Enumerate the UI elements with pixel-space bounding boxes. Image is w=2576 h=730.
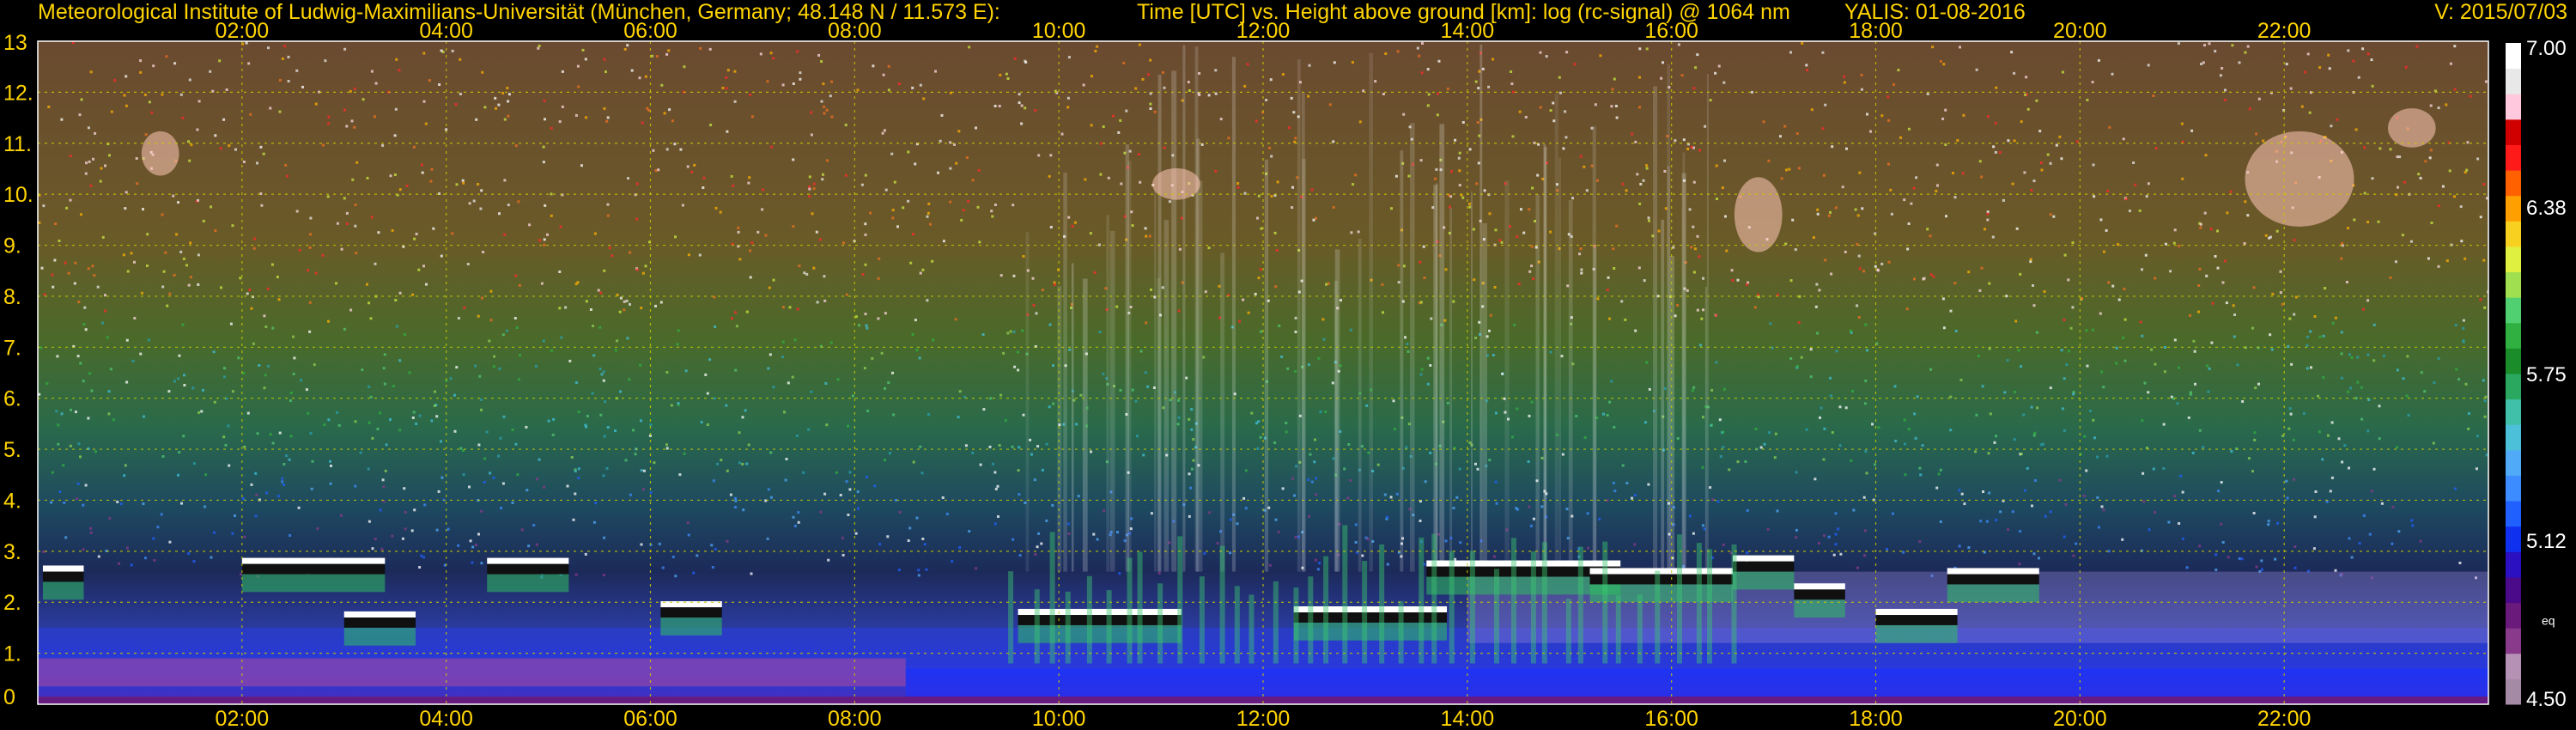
y-tick-label: 2. [3, 591, 21, 615]
x-tick-label-top: 06:00 [623, 19, 677, 43]
x-tick-label-bottom: 22:00 [2257, 707, 2312, 730]
x-tick-label-top: 12:00 [1236, 19, 1291, 43]
x-tick-label-top: 08:00 [828, 19, 882, 43]
x-tick-label-bottom: 12:00 [1236, 707, 1291, 730]
y-tick-label: 5. [3, 438, 21, 462]
colorbar-tick-label: 5.75 [2526, 363, 2567, 386]
colorbar-ticks: 7.00 6.38 5.75 5.12 4.50 eq [2526, 37, 2567, 711]
x-tick-label-bottom: 14:00 [1441, 707, 1495, 730]
x-tick-label-bottom: 20:00 [2053, 707, 2107, 730]
x-tick-label-top: 16:00 [1644, 19, 1698, 43]
colorbar-segment [2506, 374, 2521, 400]
colorbar-segment [2506, 628, 2521, 654]
colorbar-segment [2506, 678, 2521, 705]
x-tick-label-top: 10:00 [1032, 19, 1086, 43]
colorbar-segment [2506, 449, 2521, 476]
colorbar-segment [2506, 170, 2521, 197]
y-tick-label: 8. [3, 285, 21, 309]
y-axis: 0 1. 2. 3. 4. 5. 6. 7. 8. 9. 10. 11. 12. 13 [3, 31, 33, 709]
x-tick-label-bottom: 08:00 [828, 707, 882, 730]
colorbar-segment [2506, 576, 2521, 604]
colorbar-segment [2506, 424, 2521, 451]
x-axis-bottom: 02:00 04:00 06:00 08:00 10:00 12:00 14:00 16:00… [216, 707, 2312, 730]
colorbar-segment [2506, 398, 2521, 425]
x-tick-label-bottom: 16:00 [1644, 707, 1698, 730]
colorbar-segment [2506, 297, 2521, 324]
x-tick-label-bottom: 02:00 [216, 707, 270, 730]
plot-area [37, 40, 2489, 705]
y-tick-label: 12. [3, 81, 33, 105]
colorbar-tick-label: 5.12 [2526, 530, 2567, 553]
lidar-chart: Meteorological Institute of Ludwig-Maxim… [3, 0, 2567, 730]
x-tick-label-top: 14:00 [1441, 19, 1495, 43]
x-tick-label-top: 04:00 [419, 19, 473, 43]
y-tick-label: 9. [3, 234, 21, 259]
version-label: V: 2015/07/03 [2434, 0, 2567, 24]
colorbar-segment [2506, 526, 2521, 552]
y-tick-label: 6. [3, 387, 21, 411]
x-tick-label-bottom: 18:00 [1849, 707, 1903, 730]
colorbar-segment [2506, 271, 2521, 298]
colorbar-segment [2506, 119, 2521, 145]
colorbar-tick-label: 6.38 [2526, 197, 2567, 220]
colorbar-segment [2506, 475, 2521, 502]
colorbar-segments [2506, 43, 2521, 705]
y-tick-label: 11. [3, 132, 32, 156]
x-tick-label-top: 18:00 [1849, 19, 1903, 43]
colorbar: 7.00 6.38 5.75 5.12 4.50 eq [2506, 37, 2567, 711]
colorbar-segment [2506, 68, 2521, 94]
colorbar-segment [2506, 551, 2521, 578]
y-tick-label: 3. [3, 540, 21, 564]
y-tick-label: 13 [3, 31, 27, 55]
colorbar-segment [2506, 94, 2521, 120]
colorbar-segment [2506, 602, 2521, 629]
colorbar-segment [2506, 221, 2521, 247]
colorbar-tick-label: 4.50 [2526, 688, 2567, 711]
colorbar-segment [2506, 144, 2521, 171]
x-tick-label-top: 02:00 [216, 19, 270, 43]
y-tick-label: 4. [3, 489, 21, 513]
y-tick-label: 10. [3, 183, 33, 207]
colorbar-segment [2506, 348, 2521, 374]
colorbar-segment [2506, 246, 2521, 273]
colorbar-segment [2506, 501, 2521, 527]
colorbar-segment [2506, 653, 2521, 679]
y-tick-label: 0 [3, 685, 15, 709]
colorbar-segment [2506, 195, 2521, 222]
y-tick-label: 1. [3, 642, 21, 666]
colorbar-extra-label: eq [2542, 614, 2555, 628]
colorbar-tick-label: 7.00 [2526, 37, 2567, 60]
colorbar-segment [2506, 43, 2521, 70]
colorbar-segment [2506, 322, 2521, 349]
x-tick-label-top: 22:00 [2257, 19, 2312, 43]
x-tick-label-bottom: 10:00 [1032, 707, 1086, 730]
x-tick-label-top: 20:00 [2053, 19, 2107, 43]
x-tick-label-bottom: 06:00 [623, 707, 677, 730]
y-tick-label: 7. [3, 336, 21, 360]
x-tick-label-bottom: 04:00 [419, 707, 473, 730]
